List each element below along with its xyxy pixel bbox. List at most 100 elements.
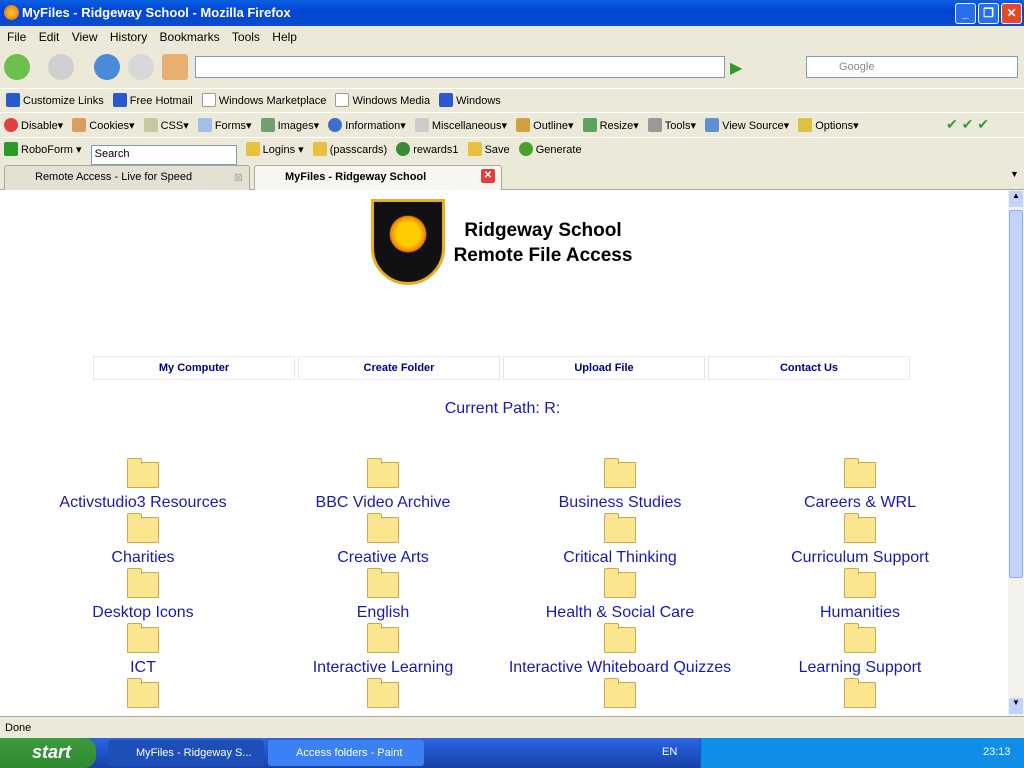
folder-icon[interactable] xyxy=(604,513,636,543)
folder-item[interactable]: Learning Support xyxy=(740,623,980,677)
folder-item[interactable] xyxy=(263,678,503,714)
folder-icon[interactable] xyxy=(367,623,399,653)
folder-icon[interactable] xyxy=(604,458,636,488)
scroll-down-button[interactable]: ▼ xyxy=(1009,698,1023,714)
folder-item[interactable]: Health & Social Care xyxy=(500,568,740,622)
webdev-outline[interactable]: Outline▾ xyxy=(516,118,574,132)
folder-icon[interactable] xyxy=(604,623,636,653)
folder-item[interactable]: English xyxy=(263,568,503,622)
check-icon[interactable]: ✔ ✔ ✔ xyxy=(946,116,989,133)
menu-help[interactable]: Help xyxy=(272,30,297,44)
folder-icon[interactable] xyxy=(127,568,159,598)
folder-icon[interactable] xyxy=(604,568,636,598)
task-firefox[interactable]: MyFiles - Ridgeway S... xyxy=(108,740,264,766)
folder-label[interactable]: ICT xyxy=(23,659,263,677)
folder-label[interactable]: Interactive Whiteboard Quizzes xyxy=(500,659,740,677)
webdev-images[interactable]: Images▾ xyxy=(260,118,319,132)
tab-list-button[interactable]: ▼ xyxy=(1010,169,1019,179)
roboform-passcards[interactable]: (passcards) xyxy=(312,142,387,156)
bookmark-windows-media[interactable]: Windows Media xyxy=(335,93,430,107)
roboform-save[interactable]: Save xyxy=(467,142,510,156)
webdev-options[interactable]: Options▾ xyxy=(798,118,859,132)
url-input[interactable] xyxy=(195,56,725,78)
folder-icon[interactable] xyxy=(127,678,159,708)
search-input[interactable]: Google xyxy=(806,56,1018,78)
webdev-css[interactable]: CSS▾ xyxy=(143,118,189,132)
folder-label[interactable]: BBC Video Archive xyxy=(263,494,503,512)
folder-item[interactable]: Charities xyxy=(23,513,263,567)
task-paint[interactable]: Access folders - Paint xyxy=(268,740,424,766)
nav-my-computer[interactable]: My Computer xyxy=(93,356,295,380)
home-icon[interactable] xyxy=(162,54,188,80)
folder-icon[interactable] xyxy=(844,623,876,653)
close-tab-icon[interactable]: ⊠ xyxy=(234,171,243,184)
webdev-resize[interactable]: Resize▾ xyxy=(582,118,639,132)
folder-icon[interactable] xyxy=(367,458,399,488)
roboform-search-input[interactable]: Search xyxy=(90,145,237,165)
bookmark-windows[interactable]: Windows xyxy=(439,93,501,107)
tab-myfiles[interactable]: MyFiles - Ridgeway School ✕ xyxy=(254,165,502,190)
folder-icon[interactable] xyxy=(367,678,399,708)
folder-icon[interactable] xyxy=(127,458,159,488)
scroll-up-button[interactable]: ▲ xyxy=(1009,191,1023,207)
folder-icon[interactable] xyxy=(844,458,876,488)
folder-label[interactable]: Humanities xyxy=(740,604,980,622)
forward-icon[interactable] xyxy=(48,54,74,80)
menu-tools[interactable]: Tools xyxy=(232,30,260,44)
folder-icon[interactable] xyxy=(604,678,636,708)
webdev-information[interactable]: Information▾ xyxy=(328,118,406,132)
menu-edit[interactable]: Edit xyxy=(39,30,60,44)
menu-file[interactable]: File xyxy=(7,30,26,44)
menu-bookmarks[interactable]: Bookmarks xyxy=(160,30,220,44)
folder-item[interactable]: BBC Video Archive xyxy=(263,458,503,512)
folder-icon[interactable] xyxy=(367,513,399,543)
folder-item[interactable]: Critical Thinking xyxy=(500,513,740,567)
folder-item[interactable]: Interactive Learning xyxy=(263,623,503,677)
folder-label[interactable]: English xyxy=(263,604,503,622)
webdev-view-source[interactable]: View Source▾ xyxy=(705,118,789,132)
language-indicator[interactable]: EN xyxy=(662,746,677,758)
folder-item[interactable]: Business Studies xyxy=(500,458,740,512)
roboform-rewards1[interactable]: rewards1 xyxy=(396,142,459,156)
roboform-generate[interactable]: Generate xyxy=(518,142,582,156)
folder-icon[interactable] xyxy=(127,513,159,543)
tab-remote-access[interactable]: Remote Access - Live for Speed ⊠ xyxy=(4,165,250,190)
nav-contact-us[interactable]: Contact Us xyxy=(708,356,910,380)
back-icon[interactable] xyxy=(4,54,30,80)
webdev-miscellaneous[interactable]: Miscellaneous▾ xyxy=(414,118,507,132)
folder-icon[interactable] xyxy=(844,678,876,708)
close-button[interactable]: ✕ xyxy=(1001,3,1022,24)
folder-item[interactable]: Curriculum Support xyxy=(740,513,980,567)
start-button[interactable]: start xyxy=(0,738,96,768)
folder-label[interactable]: Charities xyxy=(23,549,263,567)
bookmark-customize-links[interactable]: Customize Links xyxy=(6,93,104,107)
folder-item[interactable]: Activstudio3 Resources xyxy=(23,458,263,512)
nav-upload-file[interactable]: Upload File xyxy=(503,356,705,380)
menu-view[interactable]: View xyxy=(72,30,98,44)
folder-icon[interactable] xyxy=(844,568,876,598)
bookmark-free-hotmail[interactable]: Free Hotmail xyxy=(112,93,193,107)
roboform-button[interactable]: RoboForm ▾ xyxy=(4,142,82,156)
stop-icon[interactable] xyxy=(128,54,154,80)
maximize-button[interactable]: ❐ xyxy=(978,3,999,24)
webdev-tools[interactable]: Tools▾ xyxy=(647,118,696,132)
close-tab-icon[interactable]: ✕ xyxy=(481,169,495,183)
folder-icon[interactable] xyxy=(367,568,399,598)
webdev-forms[interactable]: Forms▾ xyxy=(197,118,252,132)
folder-label[interactable]: Careers & WRL xyxy=(740,494,980,512)
folder-label[interactable]: Activstudio3 Resources xyxy=(23,494,263,512)
folder-label[interactable]: Curriculum Support xyxy=(740,549,980,567)
folder-label[interactable]: Health & Social Care xyxy=(500,604,740,622)
folder-item[interactable] xyxy=(500,678,740,714)
folder-label[interactable]: Learning Support xyxy=(740,659,980,677)
go-icon[interactable]: ▶ xyxy=(730,58,742,78)
vertical-scrollbar[interactable]: ▲ ▼ xyxy=(1008,190,1024,716)
bookmark-windows-marketplace[interactable]: Windows Marketplace xyxy=(201,93,326,107)
folder-item[interactable]: Desktop Icons xyxy=(23,568,263,622)
scrollbar-thumb[interactable] xyxy=(1009,210,1023,578)
folder-label[interactable]: Interactive Learning xyxy=(263,659,503,677)
reload-icon[interactable] xyxy=(94,54,120,80)
roboform-logins[interactable]: Logins ▾ xyxy=(245,142,304,156)
nav-create-folder[interactable]: Create Folder xyxy=(298,356,500,380)
minimize-button[interactable]: _ xyxy=(955,3,976,24)
